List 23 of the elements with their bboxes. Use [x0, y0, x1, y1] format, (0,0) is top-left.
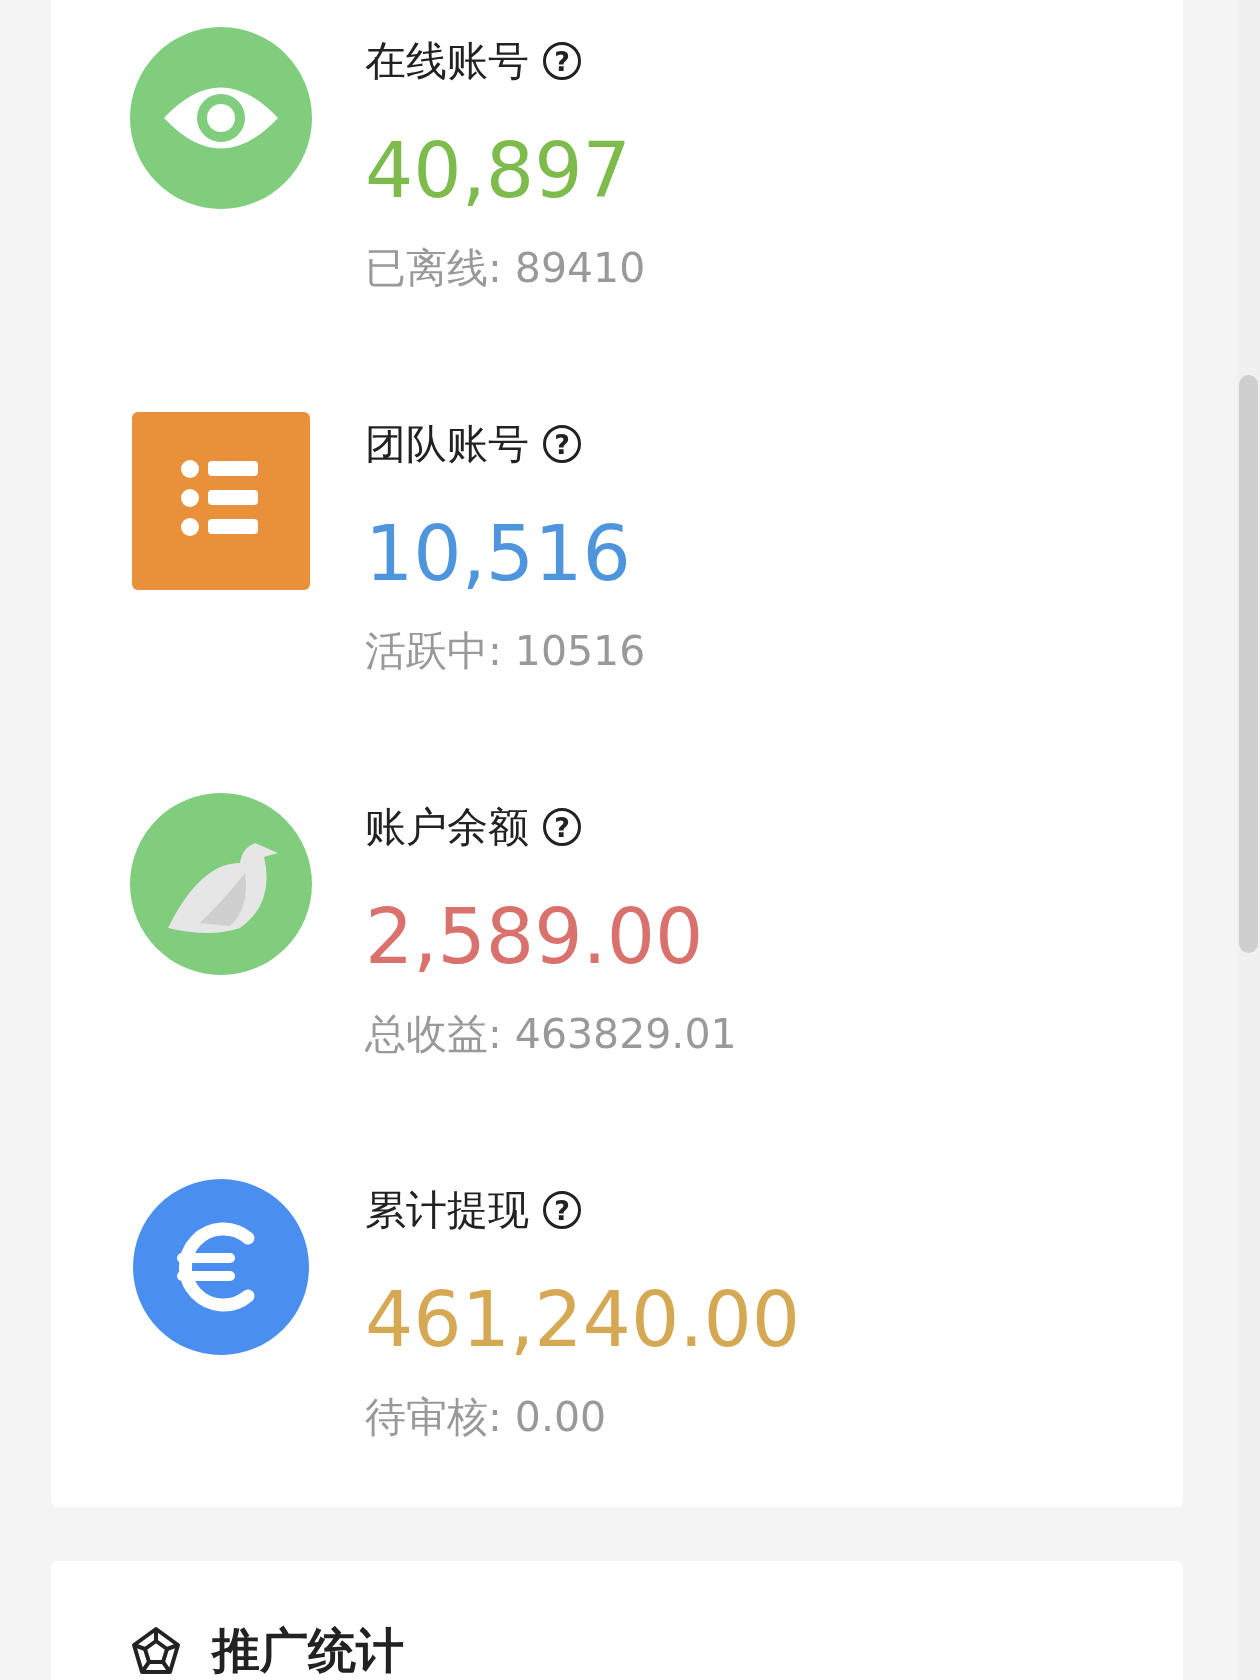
scrollbar-thumb[interactable]	[1239, 375, 1258, 953]
euro-icon	[130, 1176, 312, 1358]
help-icon[interactable]: ?	[543, 808, 581, 846]
eye-icon	[130, 27, 312, 209]
bird-icon	[130, 793, 312, 975]
stat-detail: 已离线: 89410	[365, 243, 646, 293]
stat-value: 461,240.00	[365, 1274, 801, 1366]
help-icon[interactable]: ?	[543, 42, 581, 80]
radar-icon	[130, 1625, 182, 1677]
stat-value: 2,589.00	[365, 891, 705, 983]
stat-value: 40,897	[365, 125, 632, 217]
stat-title: 团队账号	[365, 419, 529, 469]
stat-title: 累计提现	[365, 1185, 529, 1235]
stat-title: 在线账号	[365, 36, 529, 86]
stat-value: 10,516	[365, 508, 632, 600]
stat-detail: 待审核: 0.00	[365, 1392, 608, 1442]
section-title: 推广统计	[212, 1625, 404, 1675]
stat-detail: 活跃中: 10516	[365, 626, 646, 676]
list-icon	[130, 410, 312, 592]
help-icon[interactable]: ?	[543, 1191, 581, 1229]
stat-title: 账户余额	[365, 802, 529, 852]
stat-detail: 总收益: 463829.01	[365, 1009, 737, 1059]
help-icon[interactable]: ?	[543, 425, 581, 463]
